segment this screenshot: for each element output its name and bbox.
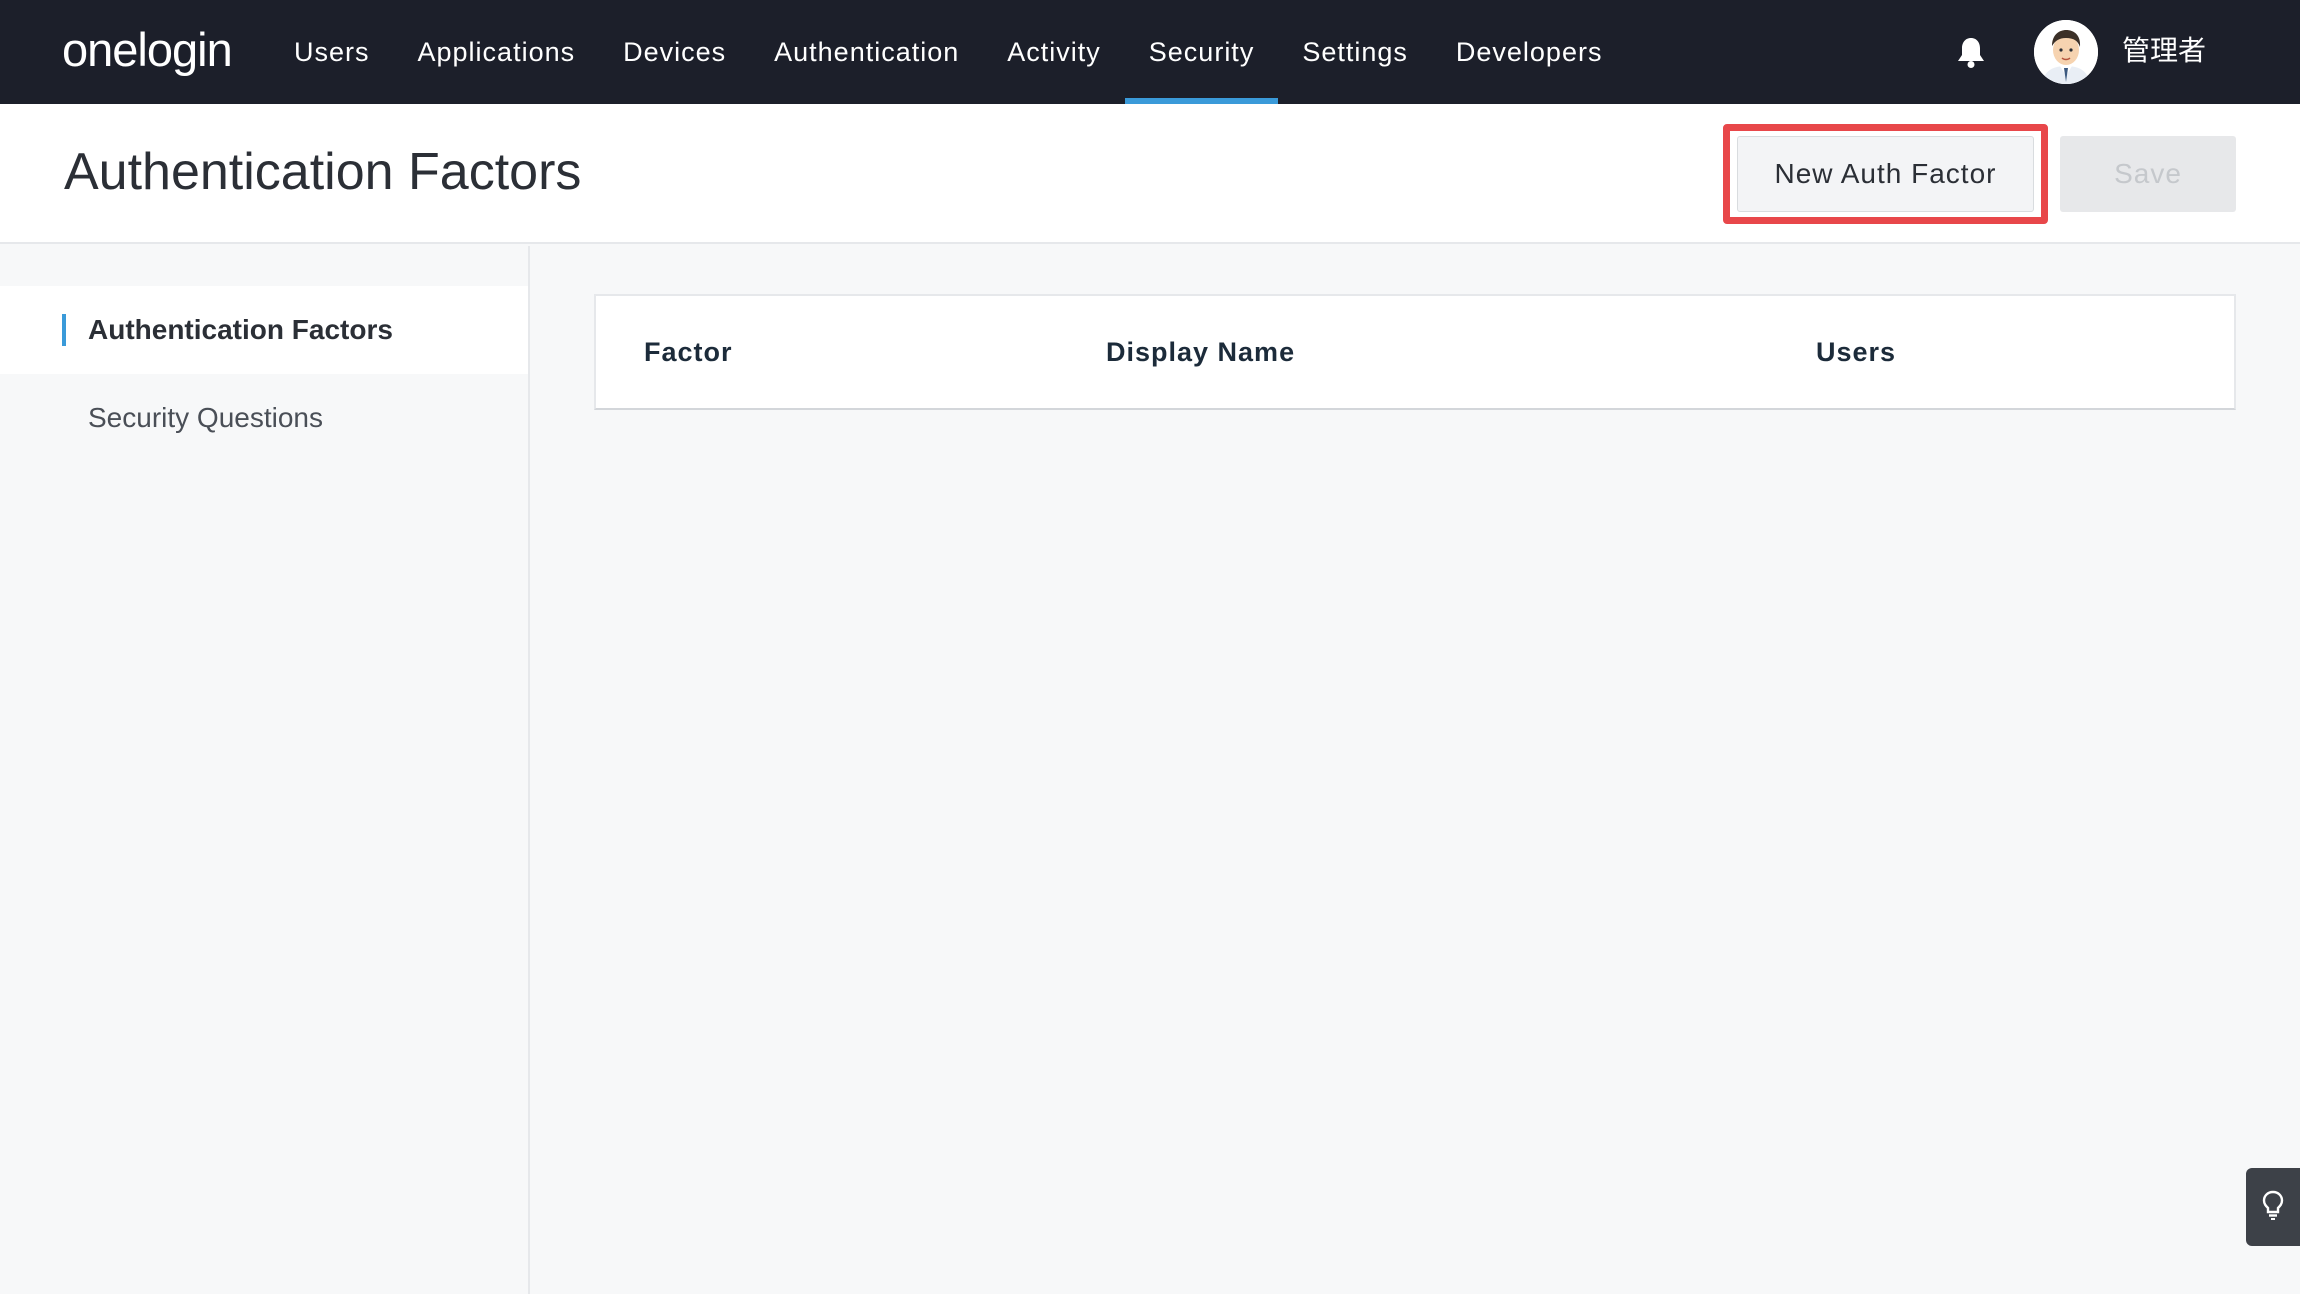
page-header: Authentication Factors New Auth Factor S… [0,104,2300,244]
top-navigation-bar: onelogin Users Applications Devices Auth… [0,0,2300,104]
column-header-display-name[interactable]: Display Name [1106,296,1295,408]
column-header-factor[interactable]: Factor [644,296,733,408]
nav-item-activity[interactable]: Activity [983,0,1125,104]
avatar[interactable] [2034,20,2098,84]
onelogin-logo[interactable]: onelogin [62,22,233,78]
page-title: Authentication Factors [64,143,582,201]
sidebar-item-security-questions[interactable]: Security Questions [0,374,528,462]
sidebar: Authentication Factors Security Question… [0,246,530,1294]
nav-item-label: Users [294,36,370,67]
nav-item-applications[interactable]: Applications [394,0,600,104]
lightbulb-icon [2262,1190,2284,1225]
help-button[interactable] [2246,1168,2300,1246]
main-nav: Users Applications Devices Authenticatio… [270,0,1626,104]
nav-item-security[interactable]: Security [1124,0,1279,104]
nav-item-authentication[interactable]: Authentication [750,0,983,104]
nav-item-settings[interactable]: Settings [1278,0,1432,104]
nav-item-devices[interactable]: Devices [599,0,750,104]
nav-item-label: Authentication [774,36,960,67]
nav-item-users[interactable]: Users [270,0,394,104]
nav-item-label: Developers [1455,36,1603,67]
nav-item-label: Security [1148,36,1255,67]
save-button[interactable]: Save [2060,136,2236,212]
auth-factors-table: Factor Display Name Users [594,294,2236,410]
new-auth-factor-button[interactable]: New Auth Factor [1737,136,2034,212]
bell-icon[interactable] [1956,36,1986,68]
nav-item-label: Settings [1302,36,1408,67]
nav-item-label: Devices [623,36,727,67]
nav-item-label: Applications [417,36,576,67]
nav-item-developers[interactable]: Developers [1432,0,1627,104]
sidebar-item-label: Security Questions [88,402,323,433]
sidebar-item-authentication-factors[interactable]: Authentication Factors [0,286,528,374]
column-header-users[interactable]: Users [1816,296,1896,408]
sidebar-item-label: Authentication Factors [88,314,393,345]
nav-item-label: Activity [1007,36,1101,67]
user-name[interactable]: 管理者 [2122,30,2206,72]
